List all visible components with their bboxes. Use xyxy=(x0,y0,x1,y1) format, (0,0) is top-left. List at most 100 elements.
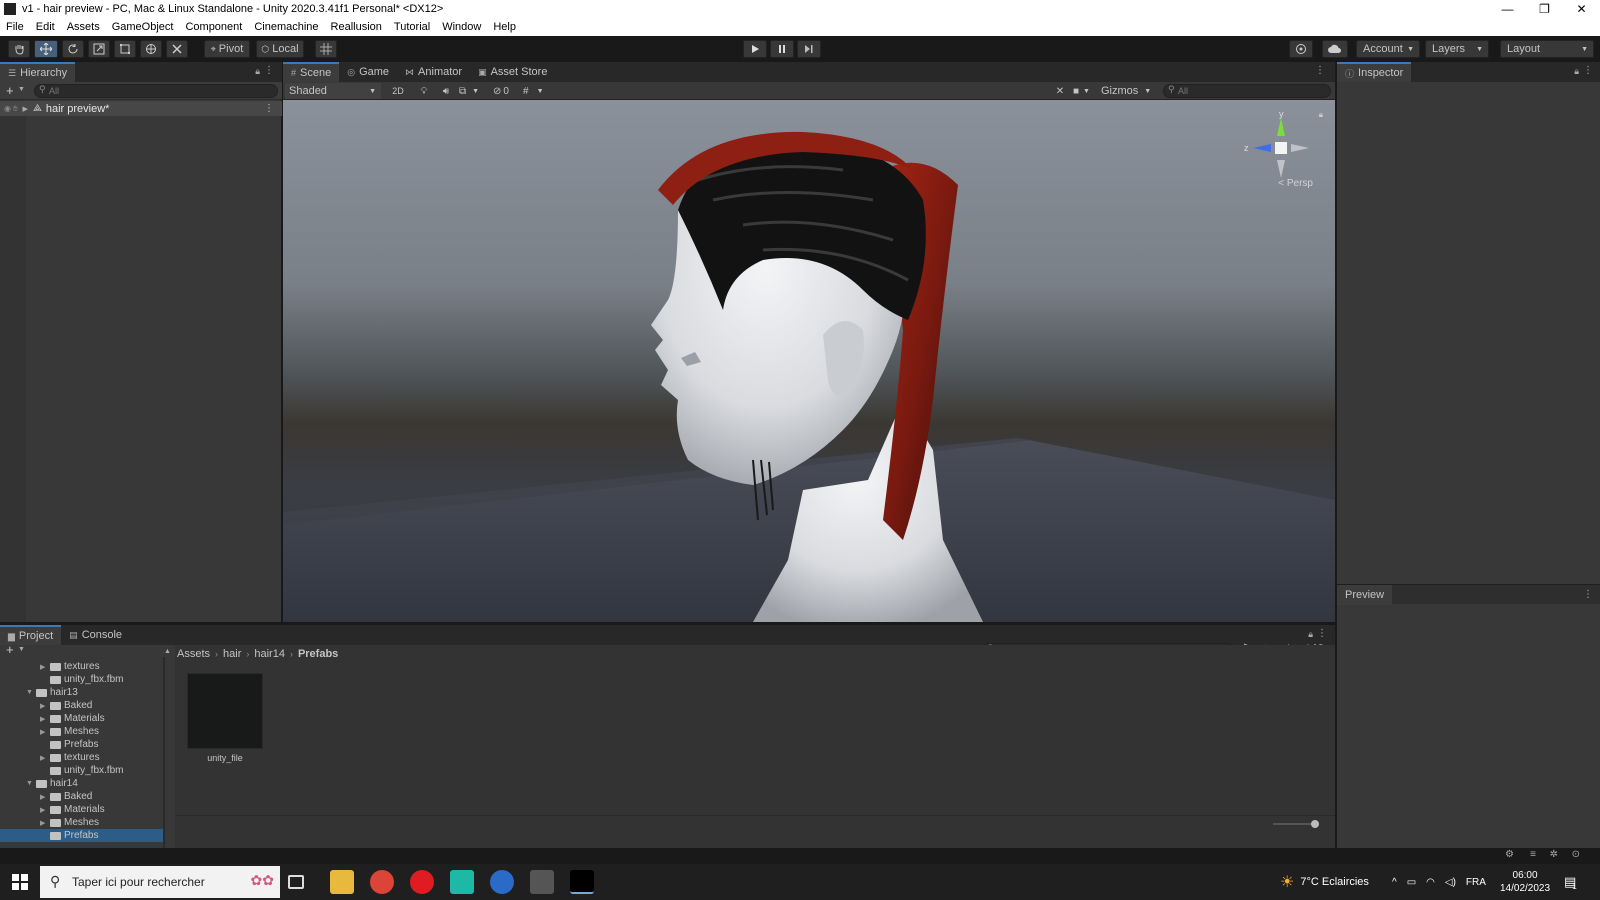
add-icon[interactable]: + xyxy=(6,83,14,98)
tree-item[interactable]: ▶ Materials xyxy=(0,712,105,725)
kebab-menu-icon[interactable]: ⋮ xyxy=(1583,65,1593,76)
pause-button[interactable] xyxy=(770,40,794,58)
lock-icon[interactable]: 🔒︎ xyxy=(1308,629,1313,640)
windows-start-icon[interactable] xyxy=(12,874,28,890)
breadcrumb-assets[interactable]: Assets xyxy=(177,648,210,660)
perspective-label[interactable]: < Persp xyxy=(1278,178,1313,189)
task-view-icon[interactable] xyxy=(288,875,304,889)
expand-arrow-icon[interactable]: ▶ xyxy=(40,715,50,723)
menu-file[interactable]: File xyxy=(6,21,24,33)
kebab-menu-icon[interactable]: ⋮ xyxy=(1317,628,1327,639)
scene-row[interactable]: ◉ ✋︎ ▶ ⟁ hair preview* ⋮ xyxy=(0,101,282,116)
local-toggle[interactable]: ⬡ Local xyxy=(256,40,304,58)
cache-icon[interactable]: ≡ xyxy=(1530,849,1536,860)
maya-icon[interactable] xyxy=(450,870,474,894)
expand-arrow-icon[interactable]: ▶ xyxy=(40,728,50,736)
account-dropdown[interactable]: Account ▼ xyxy=(1356,40,1420,58)
expand-arrow-icon[interactable]: ▶ xyxy=(23,105,28,113)
kebab-menu-icon[interactable]: ⋮ xyxy=(1315,65,1325,76)
camera-dropdown[interactable]: ■ ▼ xyxy=(1073,83,1099,99)
taskbar-search-input[interactable]: ⚲ Taper ici pour rechercher ✿✿ xyxy=(40,866,280,898)
tree-item[interactable]: ▼ hair14 xyxy=(0,777,78,790)
weather-widget[interactable]: ☀ 7°C Eclaircies xyxy=(1280,864,1369,900)
pickable-icon[interactable]: ✋︎ xyxy=(13,104,18,114)
menu-edit[interactable]: Edit xyxy=(36,21,55,33)
tab-hierarchy[interactable]: ☰ Hierarchy xyxy=(0,62,76,82)
snap-grid-button[interactable] xyxy=(315,40,337,58)
breadcrumb-hair14[interactable]: hair14 xyxy=(254,648,285,660)
tab-game[interactable]: ◎ Game xyxy=(339,62,397,82)
tree-scrollbar[interactable] xyxy=(163,657,165,849)
expand-arrow-icon[interactable]: ▼ xyxy=(26,780,36,787)
lock-icon[interactable]: 🔒︎ xyxy=(1574,66,1579,77)
effects-dropdown[interactable]: ⧉ ▼ xyxy=(459,83,489,99)
minimize-button[interactable]: — xyxy=(1489,0,1526,18)
expand-arrow-icon[interactable]: ▶ xyxy=(40,754,50,762)
hidden-objects-toggle[interactable]: ⊘ 0 xyxy=(493,83,517,99)
visibility-icon[interactable]: ◉ xyxy=(4,104,11,113)
scene-viewport[interactable]: y z 🔒︎ < Persp xyxy=(283,100,1335,622)
hierarchy-search-input[interactable]: All xyxy=(34,84,278,98)
tree-item[interactable]: ▼ hair13 xyxy=(0,686,78,699)
tab-inspector[interactable]: ⓘ Inspector xyxy=(1337,62,1412,82)
language-indicator[interactable]: FRA xyxy=(1466,877,1486,888)
breadcrumb-hair[interactable]: hair xyxy=(223,648,241,660)
expand-arrow-icon[interactable]: ▶ xyxy=(40,702,50,710)
menu-component[interactable]: Component xyxy=(185,21,242,33)
collab-button[interactable] xyxy=(1289,40,1313,58)
menu-gameobject[interactable]: GameObject xyxy=(112,21,174,33)
gizmos-dropdown[interactable]: Gizmos ▼ xyxy=(1101,83,1157,99)
chrome-icon[interactable] xyxy=(370,870,394,894)
notification-center[interactable]: ▤ 1 xyxy=(1564,864,1577,900)
collapse-arrow-icon[interactable]: ▲ xyxy=(164,648,171,655)
tree-item[interactable]: ▶ textures xyxy=(0,751,100,764)
unity-hub-icon[interactable] xyxy=(530,870,554,894)
lighting-toggle[interactable]: 💡︎ xyxy=(417,83,431,99)
2d-toggle[interactable]: 2D xyxy=(387,83,409,99)
menu-assets[interactable]: Assets xyxy=(67,21,100,33)
unity-editor-icon[interactable] xyxy=(570,870,594,894)
rotate-tool-button[interactable] xyxy=(62,40,84,58)
scene-tools-button[interactable]: ✕ xyxy=(1053,83,1067,99)
lock-icon[interactable]: 🔒︎ xyxy=(255,66,260,77)
menu-cinemachine[interactable]: Cinemachine xyxy=(254,21,318,33)
debug-icon[interactable]: ✲ xyxy=(1550,849,1558,860)
step-button[interactable] xyxy=(797,40,821,58)
tree-item[interactable]: Prefabs xyxy=(0,738,98,751)
tree-item[interactable]: ▶ Meshes xyxy=(0,816,99,829)
grid-dropdown[interactable]: # ▼ xyxy=(523,83,553,99)
restore-button[interactable]: ❐ xyxy=(1526,0,1563,18)
expand-arrow-icon[interactable]: ▼ xyxy=(26,689,36,696)
auto-generate-icon[interactable]: ⊙ xyxy=(1572,849,1580,860)
layout-dropdown[interactable]: Layout ▼ xyxy=(1500,40,1594,58)
tree-item[interactable]: ▶ Meshes xyxy=(0,725,99,738)
menu-tutorial[interactable]: Tutorial xyxy=(394,21,430,33)
clock[interactable]: 06:00 14/02/2023 xyxy=(1500,864,1550,900)
chevron-up-icon[interactable]: ^ xyxy=(1392,877,1397,888)
breadcrumb-prefabs[interactable]: Prefabs xyxy=(298,648,338,660)
expand-arrow-icon[interactable]: ▶ xyxy=(40,806,50,814)
transform-tool-button[interactable] xyxy=(140,40,162,58)
kebab-menu-icon[interactable]: ⋮ xyxy=(1583,589,1593,600)
tree-item[interactable]: ▶ Materials xyxy=(0,803,105,816)
character-creator-icon[interactable] xyxy=(490,870,514,894)
layers-dropdown[interactable]: Layers ▼ xyxy=(1425,40,1489,58)
wifi-icon[interactable]: ◠ xyxy=(1426,877,1435,888)
chevron-down-icon[interactable]: ▼ xyxy=(18,86,25,93)
speaker-icon[interactable]: ◁) xyxy=(1445,877,1456,888)
custom-tool-button[interactable] xyxy=(166,40,188,58)
audio-toggle[interactable]: 🔊︎ xyxy=(439,83,453,99)
scale-tool-button[interactable] xyxy=(88,40,110,58)
expand-arrow-icon[interactable]: ▶ xyxy=(40,663,50,671)
add-icon[interactable]: + xyxy=(6,642,14,657)
expand-arrow-icon[interactable]: ▶ xyxy=(40,793,50,801)
tree-item[interactable]: ▶ Baked xyxy=(0,699,92,712)
hand-tool-button[interactable] xyxy=(8,40,30,58)
rect-tool-button[interactable] xyxy=(114,40,136,58)
tree-item[interactable]: ▶ textures xyxy=(0,660,100,673)
orientation-gizmo[interactable]: y z xyxy=(1241,108,1321,188)
lock-icon[interactable]: 🔒︎ xyxy=(1319,110,1323,120)
play-button[interactable] xyxy=(743,40,767,58)
close-button[interactable]: ✕ xyxy=(1563,0,1600,18)
expand-arrow-icon[interactable]: ▶ xyxy=(40,819,50,827)
